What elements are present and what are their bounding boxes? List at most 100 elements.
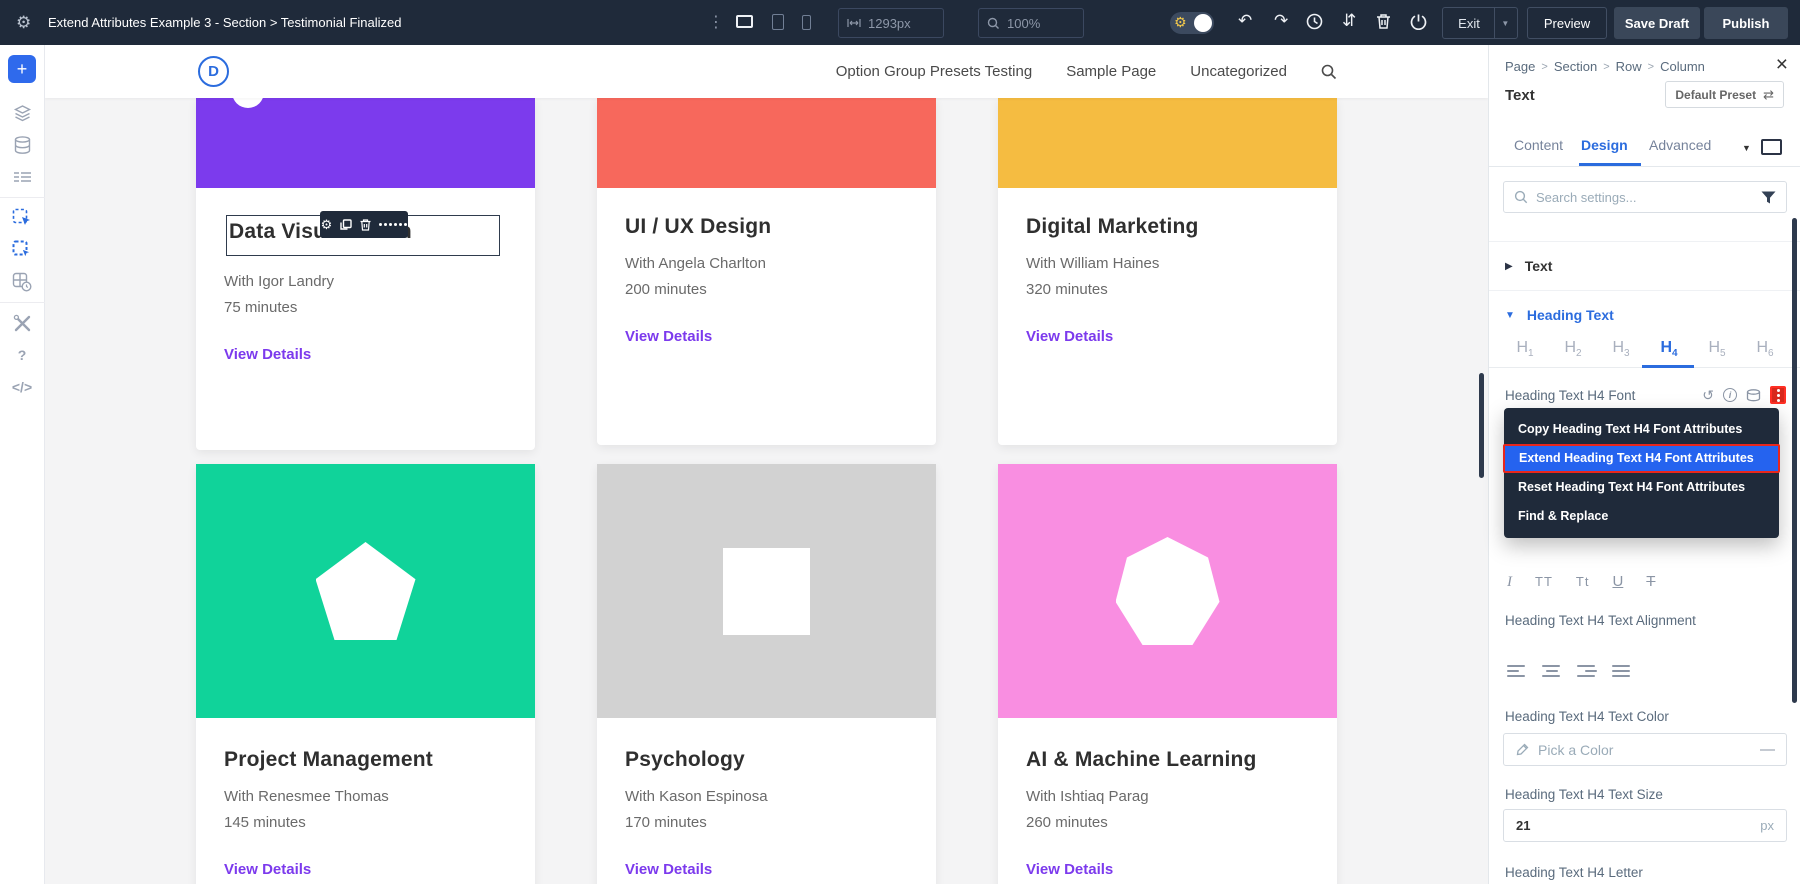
tablet-view-icon[interactable]: [772, 14, 784, 30]
align-left-icon[interactable]: [1507, 665, 1527, 679]
nav-search-icon[interactable]: [1321, 64, 1337, 80]
module-toolbar: ⚙: [320, 211, 408, 238]
text-color-field[interactable]: —: [1503, 733, 1787, 766]
save-draft-button[interactable]: Save Draft: [1614, 7, 1700, 39]
view-details-link[interactable]: View Details: [625, 861, 712, 878]
module-settings-gear-icon[interactable]: ⚙: [321, 217, 333, 233]
site-logo[interactable]: D: [198, 56, 229, 87]
breadcrumb-row[interactable]: Row: [1616, 59, 1642, 74]
breadcrumb-column[interactable]: Column: [1660, 59, 1705, 74]
tab-h4[interactable]: H4: [1649, 339, 1689, 367]
course-duration: 145 minutes: [224, 814, 507, 831]
info-icon[interactable]: i: [1723, 388, 1737, 402]
builder-settings-toggle[interactable]: ⚙: [1170, 12, 1214, 34]
help-icon[interactable]: ?: [0, 339, 45, 371]
undo-icon[interactable]: ↶: [1238, 11, 1252, 31]
nav-link-uncategorized[interactable]: Uncategorized: [1190, 63, 1287, 80]
trash-icon[interactable]: [1376, 13, 1391, 30]
database-presets-icon[interactable]: [0, 129, 45, 161]
grid-history-icon[interactable]: [0, 266, 45, 298]
tools-icon[interactable]: [0, 307, 45, 339]
module-drag-dots-icon[interactable]: [379, 223, 407, 226]
course-duration: 260 minutes: [1026, 814, 1309, 831]
default-preset-button[interactable]: Default Preset ⇄: [1665, 81, 1784, 108]
underline-button[interactable]: U: [1612, 573, 1623, 590]
menu-item-reset[interactable]: Reset Heading Text H4 Font Attributes: [1504, 473, 1779, 502]
text-size-input[interactable]: [1516, 818, 1760, 833]
settings-search[interactable]: [1503, 181, 1787, 213]
tab-h2[interactable]: H2: [1553, 339, 1593, 367]
canvas-width-field[interactable]: [838, 8, 944, 38]
preview-button[interactable]: Preview: [1527, 7, 1607, 39]
code-icon[interactable]: </>: [0, 371, 45, 403]
responsive-caret-icon[interactable]: ▼: [1742, 143, 1751, 153]
canvas-zoom-field[interactable]: [978, 8, 1084, 38]
select-multiple-icon[interactable]: [0, 234, 45, 266]
tab-h1[interactable]: H1: [1505, 339, 1545, 367]
history-clock-icon[interactable]: [1306, 13, 1323, 30]
tab-advanced[interactable]: Advanced: [1649, 137, 1711, 153]
menu-item-copy[interactable]: Copy Heading Text H4 Font Attributes: [1504, 415, 1779, 444]
view-details-link[interactable]: View Details: [224, 346, 311, 363]
text-size-field[interactable]: px: [1503, 809, 1787, 842]
tab-design[interactable]: Design: [1581, 137, 1628, 153]
section-heading-text-toggle[interactable]: ▼ Heading Text: [1489, 290, 1800, 339]
page-settings-gear-icon[interactable]: ⚙: [16, 13, 31, 33]
canvas-zoom-input[interactable]: [1007, 16, 1067, 31]
desktop-view-icon[interactable]: [736, 15, 753, 28]
layers-icon[interactable]: [0, 97, 45, 129]
settings-panel: Page> Section> Row> Column × Text Defaul…: [1488, 45, 1800, 884]
publish-button[interactable]: Publish: [1704, 7, 1788, 39]
section-text-toggle[interactable]: ▶ Text: [1489, 241, 1800, 290]
power-exit-icon[interactable]: [1410, 13, 1427, 30]
text-color-input[interactable]: [1538, 742, 1751, 758]
exit-dropdown-caret[interactable]: ▼: [1494, 8, 1516, 38]
nav-link-sample-page[interactable]: Sample Page: [1066, 63, 1156, 80]
settings-search-input[interactable]: [1536, 190, 1753, 205]
add-module-button[interactable]: +: [8, 55, 36, 83]
desktop-mode-icon[interactable]: [1761, 139, 1782, 155]
selected-heading-module[interactable]: Data Visualization ⚙: [226, 215, 500, 256]
canvas-width-input[interactable]: [868, 16, 928, 31]
portability-arrows-icon[interactable]: ⇵: [1342, 11, 1356, 31]
breadcrumb-section[interactable]: Section: [1554, 59, 1597, 74]
align-center-icon[interactable]: [1542, 665, 1562, 679]
close-icon[interactable]: ×: [1776, 53, 1788, 77]
capitalize-button[interactable]: Tt: [1576, 574, 1590, 589]
panel-scrollbar[interactable]: [1792, 218, 1797, 703]
page-settings-list-icon[interactable]: [0, 161, 45, 193]
view-details-link[interactable]: View Details: [224, 861, 311, 878]
more-options-icon[interactable]: ⋮: [708, 12, 724, 32]
uppercase-button[interactable]: TT: [1535, 574, 1553, 589]
italic-button[interactable]: I: [1507, 574, 1512, 591]
tab-content[interactable]: Content: [1514, 137, 1563, 153]
preset-stack-icon[interactable]: [1746, 389, 1761, 402]
filter-funnel-icon[interactable]: [1761, 191, 1776, 204]
canvas-scrollbar[interactable]: [1479, 373, 1484, 478]
module-trash-icon[interactable]: [360, 219, 371, 231]
select-module-icon[interactable]: [0, 202, 45, 234]
align-right-icon[interactable]: [1577, 665, 1597, 679]
view-details-link[interactable]: View Details: [625, 328, 712, 345]
reset-option-icon[interactable]: ↺: [1702, 387, 1714, 404]
option-menu-dots-icon[interactable]: [1770, 386, 1786, 404]
menu-item-extend[interactable]: Extend Heading Text H4 Font Attributes: [1503, 444, 1780, 473]
exit-button[interactable]: Exit ▼: [1442, 7, 1518, 39]
redo-icon[interactable]: ↷: [1274, 11, 1288, 31]
nav-link-option-group[interactable]: Option Group Presets Testing: [836, 63, 1033, 80]
view-details-link[interactable]: View Details: [1026, 861, 1113, 878]
tab-h3[interactable]: H3: [1601, 339, 1641, 367]
strikethrough-button[interactable]: T: [1646, 573, 1655, 590]
tab-h5[interactable]: H5: [1697, 339, 1737, 367]
tab-h6[interactable]: H6: [1745, 339, 1785, 367]
phone-view-icon[interactable]: [802, 15, 811, 30]
breadcrumb-page[interactable]: Page: [1505, 59, 1535, 74]
menu-item-find-replace[interactable]: Find & Replace: [1504, 502, 1779, 531]
clear-color-icon[interactable]: —: [1760, 741, 1775, 758]
font-option-label: Heading Text H4 Font: [1505, 388, 1702, 403]
view-details-link[interactable]: View Details: [1026, 328, 1113, 345]
option-context-menu: Copy Heading Text H4 Font Attributes Ext…: [1504, 408, 1779, 538]
module-duplicate-icon[interactable]: [340, 219, 352, 231]
letter-spacing-label: Heading Text H4 Letter: [1505, 865, 1643, 880]
align-justify-icon[interactable]: [1612, 665, 1632, 679]
